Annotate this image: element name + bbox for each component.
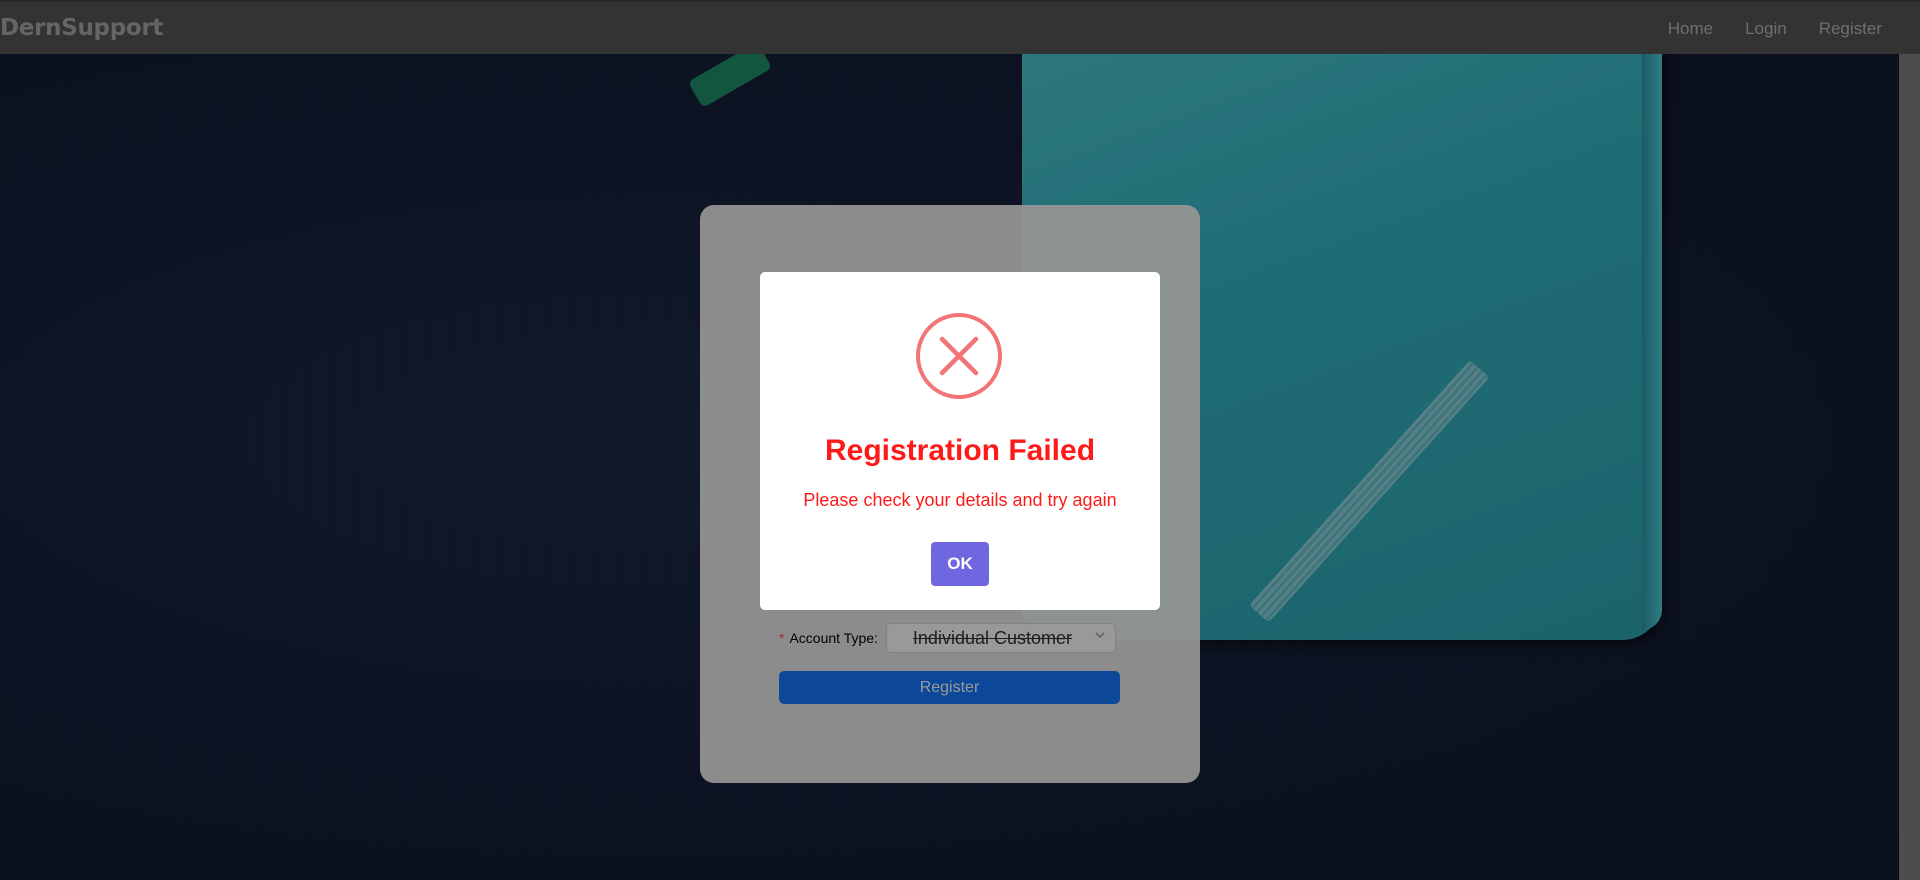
dialog-title: Registration Failed	[824, 434, 1096, 467]
dialog-message: Please check your details and try again	[803, 490, 1117, 510]
error-x-icon	[916, 313, 1002, 399]
page: DernSupport Home Login Register * Accoun…	[0, 0, 1920, 880]
ok-button[interactable]: OK	[931, 542, 989, 586]
error-dialog: Registration Failed Please check your de…	[760, 272, 1160, 610]
